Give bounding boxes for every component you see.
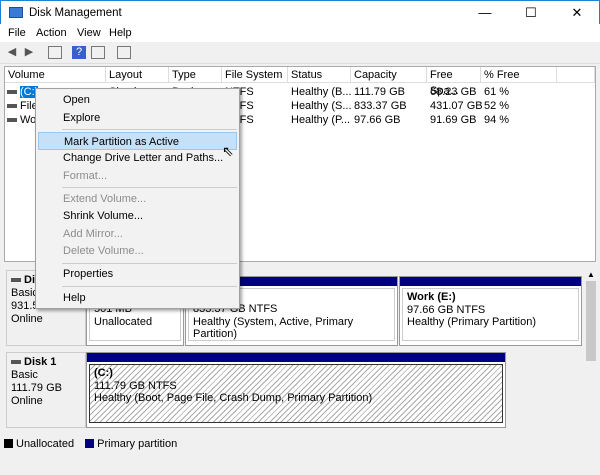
menu-mark-active[interactable]: Mark Partition as Active [38, 132, 237, 150]
volume-pct: 94 % [484, 114, 510, 126]
partition-size: 97.66 GB NTFS [407, 303, 486, 316]
col-type[interactable]: Type [169, 67, 222, 83]
partition-title: (C:) [94, 367, 113, 379]
volume-cell-capacity[interactable]: 97.66 GB [354, 113, 400, 127]
volume-pct: 61 % [484, 86, 510, 98]
volume-cell-name[interactable]: (C:) [7, 85, 39, 99]
volume-cell-capacity[interactable]: 833.37 GB [354, 99, 407, 113]
col-filesystem[interactable]: File System [222, 67, 288, 83]
volume-free: 68.23 GB [430, 86, 477, 98]
mouse-cursor-icon: ⇖ [222, 143, 234, 159]
partition-status: Healthy (Primary Partition) [407, 316, 536, 328]
partition-size: 111.79 GB NTFS [94, 379, 177, 392]
disk-state: Online [11, 395, 43, 407]
menu-change-letter[interactable]: Change Drive Letter and Paths... [38, 149, 237, 167]
vertical-scrollbar[interactable]: ▲ [584, 270, 598, 430]
partition-work[interactable]: Work (E:) 97.66 GB NTFS Healthy (Primary P… [399, 276, 582, 346]
col-free[interactable]: Free Spa... [427, 67, 481, 97]
app-icon [9, 7, 23, 18]
volume-cell-free[interactable]: 68.23 GB [430, 85, 476, 99]
col-layout[interactable]: Layout [106, 67, 169, 83]
help-icon[interactable]: ? [72, 46, 86, 59]
legend: Unallocated Primary partition [4, 438, 596, 454]
refresh-icon[interactable] [91, 46, 105, 59]
toolbar: ◀ ▶ ? [0, 42, 600, 64]
legend-primary: Primary partition [97, 438, 178, 450]
partition-c[interactable]: (C:) 111.79 GB NTFS Healthy (Boot, Page Fi… [86, 352, 506, 428]
menu-properties[interactable]: Properties [38, 265, 237, 283]
legend-unallocated: Unallocated [16, 438, 75, 450]
disk-size: 111.79 GB [11, 382, 62, 394]
context-menu: Open Explore Mark Partition as Active Ch… [35, 88, 240, 309]
volume-status: Healthy (P... [291, 114, 351, 126]
menu-delete: Delete Volume... [63, 245, 144, 257]
back-icon[interactable]: ◀ [5, 46, 19, 59]
menu-bar: File Action View Help [0, 24, 600, 42]
volume-free: 431.07 GB [430, 100, 483, 112]
maximize-button[interactable]: ☐ [508, 1, 554, 25]
menu-file[interactable]: File [8, 27, 26, 39]
volume-cell-capacity[interactable]: 111.79 GB [354, 85, 405, 99]
drive-icon [7, 118, 17, 123]
col-capacity[interactable]: Capacity [351, 67, 427, 83]
partition-status: Healthy (Boot, Page File, Crash Dump, Pr… [94, 392, 373, 404]
col-volume[interactable]: Volume [5, 67, 106, 83]
minimize-button[interactable]: — [462, 1, 508, 25]
menu-add-mirror: Add Mirror... [63, 228, 123, 240]
drive-icon [7, 90, 17, 95]
partition-status: Healthy (System, Active, Primary Partiti… [193, 315, 354, 341]
volume-cell-pct[interactable]: 52 % [484, 99, 509, 113]
menu-action[interactable]: Action [36, 27, 67, 39]
partition-status: Unallocated [94, 315, 153, 328]
menu-view[interactable]: View [77, 27, 101, 39]
window-title: Disk Management [29, 7, 122, 19]
volume-cell-pct[interactable]: 94 % [484, 113, 509, 127]
menu-explore[interactable]: Explore [38, 109, 237, 127]
title-bar: Disk Management — ☐ ✕ [0, 0, 600, 24]
unallocated-swatch [4, 439, 13, 448]
volume-cell-pct[interactable]: 61 % [484, 85, 509, 99]
menu-help[interactable]: Help [38, 289, 237, 307]
menu-open[interactable]: Open [38, 91, 237, 109]
disk-state: Online [11, 313, 43, 325]
primary-swatch [85, 439, 95, 448]
volume-cell-status[interactable]: Healthy (S... [291, 99, 352, 113]
volume-status: Healthy (B... [291, 86, 352, 98]
col-status[interactable]: Status [288, 67, 351, 83]
col-pct-free[interactable]: % Free [481, 67, 557, 83]
volume-cell-free[interactable]: 91.69 GB [430, 113, 476, 127]
menu-extend: Extend Volume... [63, 193, 147, 205]
list-icon[interactable] [48, 46, 62, 59]
volume-pct: 52 % [484, 100, 510, 112]
forward-icon[interactable]: ▶ [22, 46, 36, 59]
volume-free: 91.69 GB [430, 114, 477, 126]
volume-capacity: 111.79 GB [354, 86, 405, 98]
disk-name: Disk 1 [24, 356, 57, 368]
volume-cell-free[interactable]: 431.07 GB [430, 99, 483, 113]
volume-cell-status[interactable]: Healthy (B... [291, 85, 352, 99]
volume-capacity: 833.37 GB [354, 100, 407, 112]
menu-format: Format... [63, 170, 108, 182]
disk-type: Basic [11, 369, 38, 381]
col-blank [557, 67, 595, 83]
properties-icon[interactable] [117, 46, 131, 59]
menu-shrink[interactable]: Shrink Volume... [38, 207, 237, 225]
drive-icon [7, 104, 17, 109]
disk-1-label[interactable]: Disk 1 Basic 111.79 GB Online [6, 352, 86, 428]
volume-status: Healthy (S... [291, 100, 352, 112]
partition-title: Work (E:) [407, 291, 456, 303]
close-button[interactable]: ✕ [554, 1, 600, 25]
volume-cell-status[interactable]: Healthy (P... [291, 113, 350, 127]
menu-help[interactable]: Help [109, 27, 132, 39]
volume-capacity: 97.66 GB [354, 114, 401, 126]
